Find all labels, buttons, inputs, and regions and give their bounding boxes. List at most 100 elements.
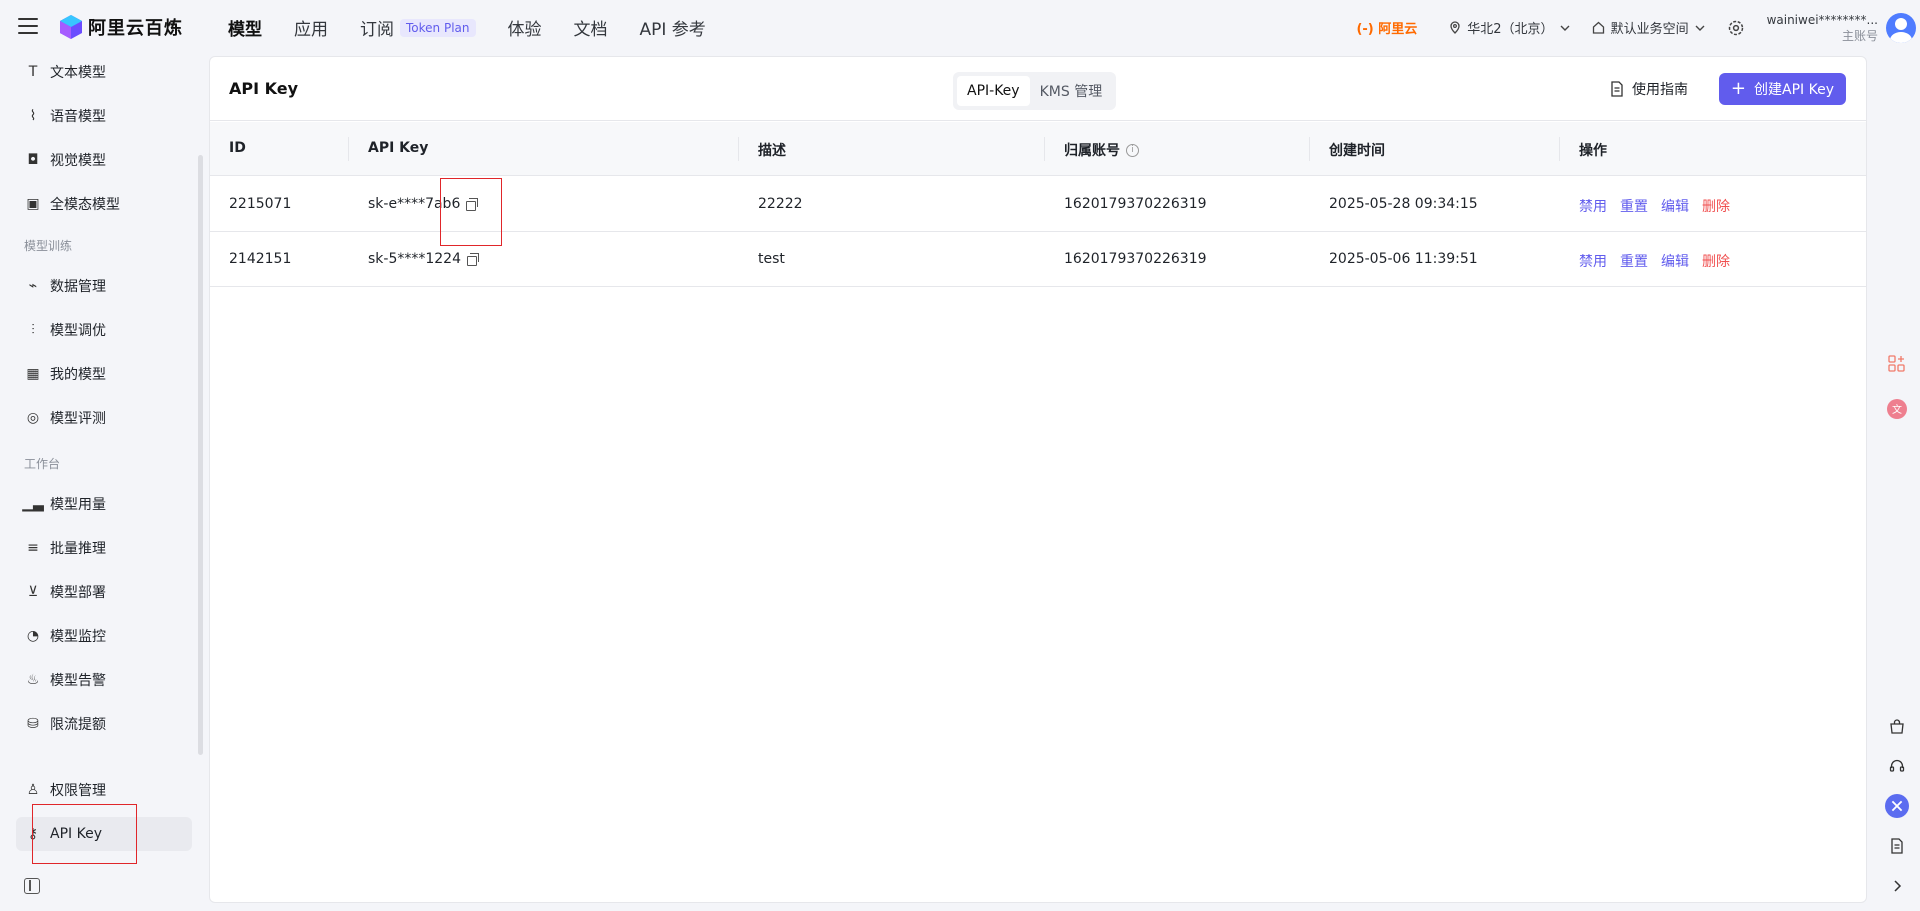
column-divider	[1309, 137, 1310, 161]
chevron-down-icon	[1560, 25, 1570, 31]
location-icon	[1450, 20, 1460, 34]
sidebar-item-my-models[interactable]: ▦ 我的模型	[16, 357, 192, 391]
menu-icon[interactable]	[18, 18, 38, 34]
waveform-icon: ⌇	[29, 108, 37, 124]
brand-name: 阿里云百炼	[88, 18, 183, 39]
cell-id: 2215071	[229, 196, 292, 212]
sidebar-item-permissions[interactable]: ♙ 权限管理	[16, 773, 192, 807]
delete-button[interactable]: 删除	[1702, 196, 1730, 216]
omni-icon: ▣	[26, 196, 40, 212]
grid-icon: ▦	[26, 366, 40, 382]
sidebar-item-model-tuning[interactable]: ⫶ 模型调优	[16, 313, 192, 347]
sidebar-collapse-icon[interactable]	[24, 878, 40, 894]
translate-icon[interactable]: 文	[1885, 397, 1909, 421]
column-header-id: ID	[229, 140, 246, 156]
sidebar-item-label: 限流提额	[50, 717, 106, 733]
nav-experience[interactable]: 体验	[508, 15, 542, 40]
chart-line-icon: ⌁	[28, 278, 38, 294]
copy-icon[interactable]	[466, 198, 479, 211]
nav-label: 应用	[294, 20, 328, 40]
sidebar-item-rate-limit[interactable]: ⛁ 限流提额	[16, 707, 192, 741]
document-icon	[1611, 81, 1623, 97]
sidebar-item-batch-inference[interactable]: ≡ 批量推理	[16, 531, 192, 565]
workspace-selector[interactable]: 默认业务空间	[1592, 18, 1705, 37]
sidebar-item-api-key[interactable]: ⚷ API Key	[16, 817, 192, 851]
nav-apps[interactable]: 应用	[294, 15, 328, 40]
gear-icon[interactable]	[1727, 19, 1745, 37]
sidebar-item-label: 模型告警	[50, 673, 106, 689]
table-header: ID API Key 描述 归属账号 i 创建时间 操作	[210, 122, 1866, 176]
edit-button[interactable]: 编辑	[1661, 251, 1689, 271]
column-divider	[1044, 137, 1045, 161]
chevron-down-icon	[1695, 25, 1705, 31]
column-header-description: 描述	[758, 143, 786, 159]
sidebar-item-text-model[interactable]: T 文本模型	[16, 55, 192, 89]
column-divider	[348, 137, 349, 161]
list-icon: ≡	[27, 540, 39, 556]
sidebar-item-omni-model[interactable]: ▣ 全模态模型	[16, 187, 192, 221]
region-selector[interactable]: 华北2（北京）	[1449, 18, 1570, 37]
cell-description: test	[758, 251, 785, 267]
headset-icon[interactable]	[1885, 754, 1909, 778]
sidebar-item-label: 权限管理	[50, 783, 106, 799]
account-role: 主账号	[1841, 28, 1878, 43]
sidebar-item-label: 模型监控	[50, 629, 106, 645]
shopping-bag-icon[interactable]	[1885, 715, 1909, 739]
tab-api-key[interactable]: API-Key	[957, 76, 1030, 106]
info-icon[interactable]: i	[1126, 143, 1139, 157]
nav-label: 文档	[573, 20, 608, 40]
document-icon[interactable]	[1885, 834, 1909, 858]
reset-button[interactable]: 重置	[1620, 196, 1648, 216]
usage-guide-link[interactable]: 使用指南	[1610, 79, 1688, 99]
create-api-key-button[interactable]: + 创建API Key	[1718, 73, 1846, 105]
aliyun-logo[interactable]: (-) 阿里云	[1356, 18, 1417, 37]
top-right-tools: (-) 阿里云 华北2（北京） 默认业务空间 wainiwei********.…	[1356, 0, 1920, 55]
avatar[interactable]	[1886, 12, 1916, 43]
sidebar-item-model-monitor[interactable]: ◔ 模型监控	[16, 619, 192, 653]
sidebar-item-model-usage[interactable]: ▁▃ 模型用量	[16, 487, 192, 521]
copy-icon[interactable]	[467, 253, 479, 266]
sidebar-item-data-management[interactable]: ⌁ 数据管理	[16, 269, 192, 303]
cell-actions: 禁用 重置 编辑 删除	[1579, 251, 1743, 271]
apps-add-icon[interactable]	[1885, 352, 1909, 376]
brand-logo[interactable]: 阿里云百炼	[60, 14, 183, 40]
sidebar-item-vision-model[interactable]: ◘ 视觉模型	[16, 143, 192, 177]
column-header-api-key: API Key	[368, 140, 429, 156]
sidebar-item-label: 我的模型	[50, 367, 106, 383]
table-row: 2142151 sk-5****1224 test 16201793702263…	[210, 232, 1866, 287]
home-icon	[1592, 21, 1604, 34]
nav-label: 模型	[228, 20, 262, 40]
disable-button[interactable]: 禁用	[1579, 196, 1607, 216]
reset-button[interactable]: 重置	[1620, 251, 1648, 271]
sidebar-item-label: 全模态模型	[50, 197, 120, 213]
nav-api-reference[interactable]: API 参考	[640, 15, 706, 40]
sidebar-scrollbar[interactable]	[198, 155, 203, 755]
sidebar-item-speech-model[interactable]: ⌇ 语音模型	[16, 99, 192, 133]
sidebar-item-model-deploy[interactable]: ⊻ 模型部署	[16, 575, 192, 609]
edit-button[interactable]: 编辑	[1661, 196, 1689, 216]
nav-model[interactable]: 模型	[228, 15, 262, 40]
nav-docs[interactable]: 文档	[574, 15, 608, 40]
disable-button[interactable]: 禁用	[1579, 251, 1607, 271]
bar-chart-icon: ▁▃	[22, 496, 44, 512]
section-training-title: 模型训练	[24, 239, 73, 253]
sidebar-item-label: API Key	[50, 826, 102, 842]
tab-kms[interactable]: KMS 管理	[1030, 76, 1113, 106]
sidebar-item-model-alarm[interactable]: ♨ 模型告警	[16, 663, 192, 697]
main-panel: API Key API-Key KMS 管理 使用指南 + 创建API Key …	[209, 56, 1867, 903]
sidebar-item-label: 批量推理	[50, 541, 106, 557]
sidebar: T 文本模型 ⌇ 语音模型 ◘ 视觉模型 ▣ 全模态模型 模型训练 ⌁ 数据管理…	[0, 55, 203, 911]
chevron-right-icon[interactable]	[1885, 874, 1909, 898]
tab-switcher: API-Key KMS 管理	[953, 72, 1117, 110]
column-header-actions: 操作	[1579, 143, 1607, 159]
sidebar-item-label: 文本模型	[50, 65, 106, 81]
sidebar-item-model-evaluation[interactable]: ◎ 模型评测	[16, 401, 192, 435]
nav-subscribe[interactable]: 订阅 Token Plan	[360, 15, 476, 40]
account-info[interactable]: wainiwei********... 主账号	[1767, 12, 1878, 44]
top-bar: 阿里云百炼 模型 应用 订阅 Token Plan 体验 文档 API 参考 (…	[0, 0, 1920, 55]
top-nav: 模型 应用 订阅 Token Plan 体验 文档 API 参考	[228, 0, 738, 55]
cell-account: 1620179370226319	[1064, 251, 1207, 267]
create-api-key-label: 创建API Key	[1754, 82, 1834, 98]
delete-button[interactable]: 删除	[1702, 251, 1730, 271]
assistant-icon[interactable]	[1885, 794, 1909, 818]
